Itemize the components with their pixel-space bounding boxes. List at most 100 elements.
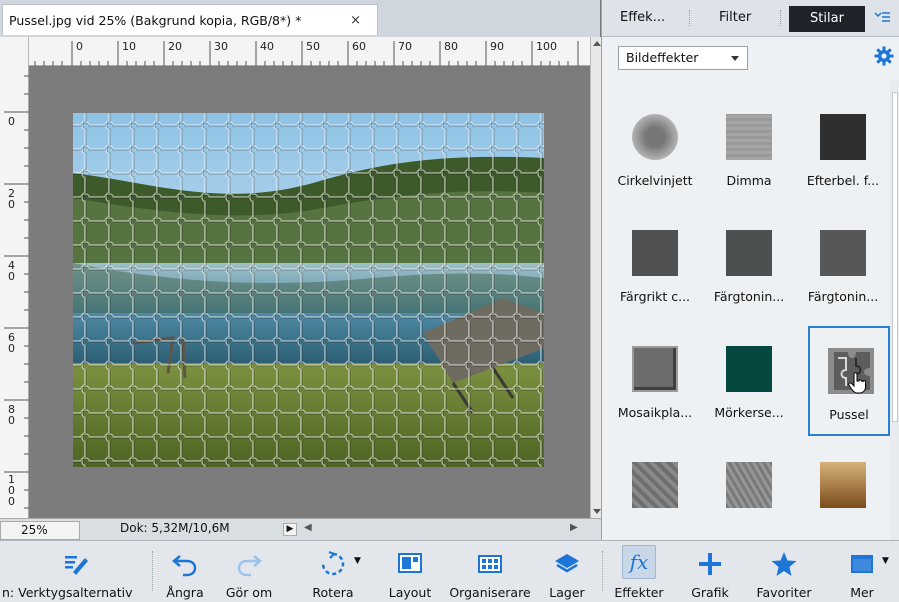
layout-button[interactable]: Layout: [376, 541, 444, 602]
tool-options-button[interactable]: n: Verktygsalternativ: [0, 541, 150, 602]
style-label: Färgtonin...: [807, 289, 879, 304]
style-label: Pussel: [829, 407, 869, 422]
style-thumbnail: [820, 230, 866, 276]
tool-label: Layout: [388, 585, 432, 600]
tool-options-icon: [65, 556, 88, 575]
puzzle-photo: [73, 113, 544, 467]
tool-label: Gör om: [225, 585, 273, 600]
style-label: Mosaikpla...: [617, 405, 693, 420]
graphics-button[interactable]: Grafik: [680, 541, 740, 602]
status-menu-arrow-icon[interactable]: ▶: [283, 523, 297, 536]
style-thumbnail: [632, 346, 678, 392]
style-thumbnail: [632, 462, 678, 508]
layers-button[interactable]: Lager: [536, 541, 598, 602]
organizer-button[interactable]: Organiserare: [448, 541, 532, 602]
rotate-dropdown-icon[interactable]: ▼: [354, 556, 361, 566]
style-thumbnail: [726, 462, 772, 508]
ruler-label: 90: [490, 40, 504, 53]
style-item-efterbel[interactable]: Efterbel. f...: [796, 90, 890, 196]
ruler-label: 50: [306, 40, 320, 53]
style-item-fargrikt[interactable]: Färgrikt c...: [608, 206, 702, 312]
tab-effects[interactable]: Effek...: [620, 10, 665, 25]
style-category-dropdown[interactable]: Bildeffekter: [618, 46, 748, 70]
styles-thumbnail-grid: Cirkelvinjett Dimma Efterbel. f... Färgr…: [602, 80, 890, 540]
ruler-label: 40: [260, 40, 274, 53]
tab-divider: [780, 10, 781, 26]
organizer-icon: [478, 555, 502, 573]
layers-icon: [555, 554, 579, 573]
fx-icon: fx: [629, 550, 649, 574]
gear-icon[interactable]: [874, 46, 894, 66]
canvas-vertical-scrollbar[interactable]: [590, 37, 601, 518]
rotate-button[interactable]: ▼ Rotera: [298, 541, 368, 602]
style-thumbnail: [820, 462, 866, 508]
ruler-label: 0: [76, 40, 83, 53]
style-item-row4-1[interactable]: [608, 438, 702, 540]
style-item-mosaikplattor[interactable]: Mosaikpla...: [608, 322, 702, 428]
ruler-label: 0: [8, 115, 15, 128]
ruler-label: 2 0: [8, 187, 15, 211]
ruler-label: 8 0: [8, 403, 15, 427]
bottom-toolbar: n: Verktygsalternativ Ångra Gör om ▼ Rot…: [0, 540, 899, 602]
tool-label: Effekter: [614, 585, 664, 600]
style-item-row4-2[interactable]: [702, 438, 796, 540]
style-thumbnail: [632, 230, 678, 276]
document-image[interactable]: [73, 113, 544, 467]
ruler-label: 30: [214, 40, 228, 53]
style-item-dimma[interactable]: Dimma: [702, 90, 796, 196]
rotate-icon: [321, 550, 345, 576]
layout-icon: [398, 553, 422, 573]
tool-label: Grafik: [691, 585, 729, 600]
style-thumbnail: [726, 114, 772, 160]
toolbar-divider: [602, 551, 603, 591]
favorites-button[interactable]: Favoriter: [746, 541, 822, 602]
style-item-row4-3[interactable]: [796, 438, 890, 540]
tool-label: Rotera: [312, 585, 354, 600]
more-panel-icon: [851, 555, 873, 573]
toolbar-divider: [152, 551, 153, 591]
redo-button[interactable]: Gör om: [218, 541, 280, 602]
style-label: Efterbel. f...: [806, 173, 880, 188]
style-item-morkerseende[interactable]: Mörkerse...: [702, 322, 796, 428]
document-tab-bar: Pussel.jpg vid 25% (Bakgrund kopia, RGB/…: [0, 0, 600, 37]
style-item-fargtoning-1[interactable]: Färgtonin...: [702, 206, 796, 312]
vertical-ruler: 0 2 0 4 0 6 0 8 0 1 0 0: [0, 66, 29, 518]
more-dropdown-icon[interactable]: ▼: [882, 556, 889, 566]
scroll-up-icon[interactable]: [593, 41, 601, 46]
panel-menu-icon[interactable]: [874, 10, 890, 28]
style-label: Färgtonin...: [713, 289, 785, 304]
style-label: Dimma: [726, 173, 772, 188]
tab-filter[interactable]: Filter: [719, 10, 751, 25]
ruler-label: 80: [444, 40, 458, 53]
tool-label: Favoriter: [756, 585, 812, 600]
document-tab[interactable]: Pussel.jpg vid 25% (Bakgrund kopia, RGB/…: [2, 4, 378, 35]
tool-label: n: Verktygsalternativ: [2, 585, 133, 600]
panel-tabs: Effek... Filter Stilar: [602, 0, 899, 37]
tab-styles[interactable]: Stilar: [789, 6, 865, 32]
hand-cursor-icon: [848, 372, 866, 394]
tool-label: Lager: [549, 585, 585, 600]
style-item-cirkelvinjett[interactable]: Cirkelvinjett: [608, 90, 702, 196]
tool-label: Organiserare: [449, 585, 531, 600]
ruler-label: 70: [398, 40, 412, 53]
effects-button[interactable]: fx Effekter: [606, 541, 672, 602]
panel-scrollbar[interactable]: [890, 80, 899, 540]
document-size-readout: Dok: 5,32M/10,6M: [120, 521, 230, 535]
undo-button[interactable]: Ångra: [160, 541, 210, 602]
style-label: Mörkerse...: [714, 405, 784, 420]
ruler-label: 4 0: [8, 259, 15, 283]
style-item-pussel[interactable]: Pussel: [808, 326, 890, 436]
style-label: Färgrikt c...: [619, 289, 691, 304]
scroll-left-icon[interactable]: ◀: [304, 522, 312, 533]
style-thumbnail: [726, 230, 772, 276]
horizontal-ruler: 0 10 20 30 40 50 60 70 80 90 100: [0, 37, 590, 66]
close-icon[interactable]: ×: [350, 13, 361, 28]
style-item-fargtoning-2[interactable]: Färgtonin...: [796, 206, 890, 312]
dropdown-value: Bildeffekter: [626, 50, 699, 65]
zoom-level-field[interactable]: 25%: [0, 521, 80, 540]
scroll-down-icon[interactable]: [593, 509, 601, 514]
scrollbar-thumb[interactable]: [892, 92, 898, 422]
more-button[interactable]: ▼ Mer: [832, 541, 892, 602]
scroll-right-icon[interactable]: ▶: [570, 522, 578, 533]
document-tab-title: Pussel.jpg vid 25% (Bakgrund kopia, RGB/…: [9, 12, 302, 28]
